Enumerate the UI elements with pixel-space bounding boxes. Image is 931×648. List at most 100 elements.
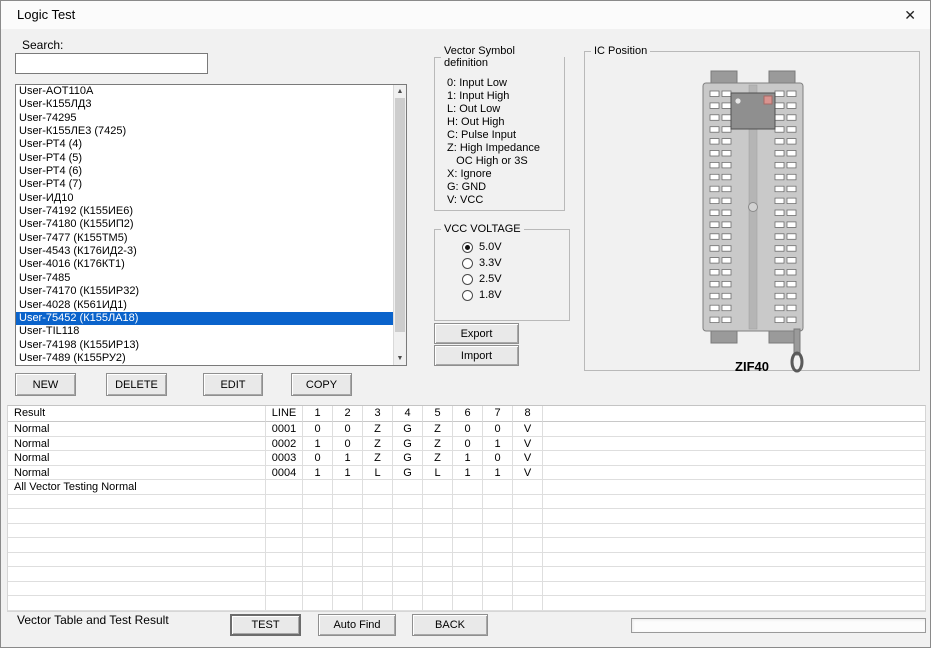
vcc-option-5.0V[interactable]: 5.0V: [462, 239, 569, 255]
close-icon[interactable]: ✕: [904, 1, 916, 29]
table-cell: 0: [333, 437, 363, 452]
list-item[interactable]: User-К155ЛД3: [16, 98, 393, 111]
delete-button[interactable]: DELETE: [106, 373, 167, 396]
table-cell-filler: [543, 582, 925, 597]
list-item[interactable]: User-7485: [16, 272, 393, 285]
table-row[interactable]: All Vector Testing Normal: [8, 480, 925, 495]
list-item[interactable]: User-4543 (К176ИД2-3): [16, 245, 393, 258]
table-cell: Z: [423, 437, 453, 452]
vector-symbol-line: V: VCC: [447, 194, 564, 207]
test-button[interactable]: TEST: [230, 614, 301, 636]
list-scrollbar[interactable]: ▲ ▼: [393, 85, 406, 365]
table-cell: [453, 567, 483, 582]
export-button[interactable]: Export: [434, 323, 519, 344]
table-cell: [453, 582, 483, 597]
scroll-down-icon[interactable]: ▼: [394, 352, 406, 365]
table-cell: 0: [453, 437, 483, 452]
table-cell: [333, 509, 363, 524]
back-button[interactable]: BACK: [412, 614, 488, 636]
list-item[interactable]: User-75452 (К155ЛА18): [16, 312, 393, 325]
table-cell: 0004: [266, 466, 303, 481]
list-item[interactable]: User-4028 (К561ИД1): [16, 299, 393, 312]
table-cell-filler: [543, 538, 925, 553]
column-header: Result: [8, 406, 266, 422]
list-item[interactable]: User-74180 (К155ИП2): [16, 218, 393, 231]
table-cell: Normal: [8, 422, 266, 437]
table-cell: [513, 524, 543, 539]
table-row[interactable]: Normal000100ZGZ00V: [8, 422, 925, 437]
radio-icon[interactable]: [462, 258, 473, 269]
list-item[interactable]: User-7489 (К155РУ2): [16, 352, 393, 365]
table-row[interactable]: [8, 596, 925, 611]
radio-icon[interactable]: [462, 274, 473, 285]
table-row[interactable]: [8, 553, 925, 568]
table-row[interactable]: Normal000210ZGZ01V: [8, 437, 925, 452]
table-cell: [423, 480, 453, 495]
column-header: LINE: [266, 406, 303, 422]
table-cell: [363, 596, 393, 611]
table-cell: V: [513, 437, 543, 452]
table-cell: [8, 567, 266, 582]
table-cell: V: [513, 451, 543, 466]
table-row[interactable]: [8, 582, 925, 597]
table-row[interactable]: [8, 509, 925, 524]
table-cell: [483, 495, 513, 510]
table-cell: [266, 524, 303, 539]
search-input[interactable]: [15, 53, 208, 74]
table-row[interactable]: [8, 567, 925, 582]
list-item[interactable]: User-74170 (К155ИР32): [16, 285, 393, 298]
edit-button[interactable]: EDIT: [203, 373, 263, 396]
table-row[interactable]: Normal000411LGL11V: [8, 466, 925, 481]
vcc-option-1.8V[interactable]: 1.8V: [462, 287, 569, 303]
table-cell: [513, 480, 543, 495]
table-cell: 1: [333, 451, 363, 466]
radio-label: 2.5V: [479, 273, 502, 285]
copy-button[interactable]: COPY: [291, 373, 352, 396]
auto-find-button[interactable]: Auto Find: [318, 614, 396, 636]
import-button[interactable]: Import: [434, 345, 519, 366]
radio-icon[interactable]: [462, 242, 473, 253]
list-item[interactable]: User-РТ4 (6): [16, 165, 393, 178]
list-item[interactable]: User-К155ЛЕ3 (7425): [16, 125, 393, 138]
radio-label: 1.8V: [479, 289, 502, 301]
new-button[interactable]: NEW: [15, 373, 76, 396]
scrollbar-thumb[interactable]: [395, 98, 405, 332]
result-table: ResultLINE12345678Normal000100ZGZ00VNorm…: [7, 405, 926, 612]
table-row[interactable]: [8, 524, 925, 539]
list-item[interactable]: User-AOT110A: [16, 85, 393, 98]
list-item[interactable]: User-74198 (К155ИР13): [16, 339, 393, 352]
table-cell: 0: [453, 422, 483, 437]
table-cell: Normal: [8, 437, 266, 452]
list-item[interactable]: User-7477 (К155ТМ5): [16, 232, 393, 245]
vector-symbol-line: 0: Input Low: [447, 77, 564, 90]
table-cell: [303, 495, 333, 510]
vcc-option-2.5V[interactable]: 2.5V: [462, 271, 569, 287]
list-item[interactable]: User-РТ4 (5): [16, 152, 393, 165]
table-cell: [363, 582, 393, 597]
table-cell: [363, 567, 393, 582]
table-cell: [513, 582, 543, 597]
table-row[interactable]: Normal000301ZGZ10V: [8, 451, 925, 466]
list-item[interactable]: User-РТ4 (7): [16, 178, 393, 191]
table-row[interactable]: [8, 495, 925, 510]
device-listbox[interactable]: User-AOT110AUser-К155ЛД3User-74295User-К…: [15, 84, 407, 366]
radio-icon[interactable]: [462, 290, 473, 301]
vector-symbol-line: C: Pulse Input: [447, 129, 564, 142]
list-item[interactable]: User-ИД10: [16, 192, 393, 205]
table-cell: [303, 509, 333, 524]
vector-symbol-line: H: Out High: [447, 116, 564, 129]
table-cell: [363, 509, 393, 524]
scroll-up-icon[interactable]: ▲: [394, 85, 406, 98]
list-item[interactable]: User-TIL118: [16, 325, 393, 338]
table-cell: [266, 582, 303, 597]
list-item[interactable]: User-РТ4 (4): [16, 138, 393, 151]
list-item[interactable]: User-74192 (К155ИЕ6): [16, 205, 393, 218]
list-item[interactable]: User-4016 (К176КТ1): [16, 258, 393, 271]
table-cell: [266, 553, 303, 568]
vcc-option-3.3V[interactable]: 3.3V: [462, 255, 569, 271]
table-cell: [303, 567, 333, 582]
list-item[interactable]: User-74295: [16, 112, 393, 125]
table-cell: [266, 480, 303, 495]
table-cell: 1: [303, 466, 333, 481]
table-row[interactable]: [8, 538, 925, 553]
